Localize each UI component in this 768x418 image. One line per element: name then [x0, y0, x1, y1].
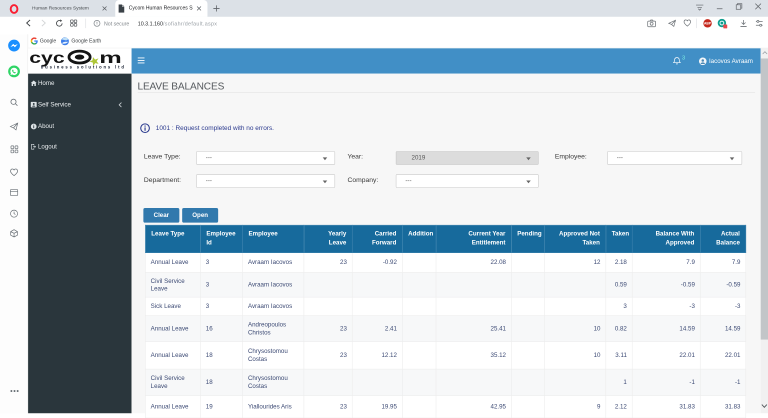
svg-text:business solutions ltd: business solutions ltd	[41, 65, 125, 70]
svg-text:ABP: ABP	[704, 22, 712, 26]
